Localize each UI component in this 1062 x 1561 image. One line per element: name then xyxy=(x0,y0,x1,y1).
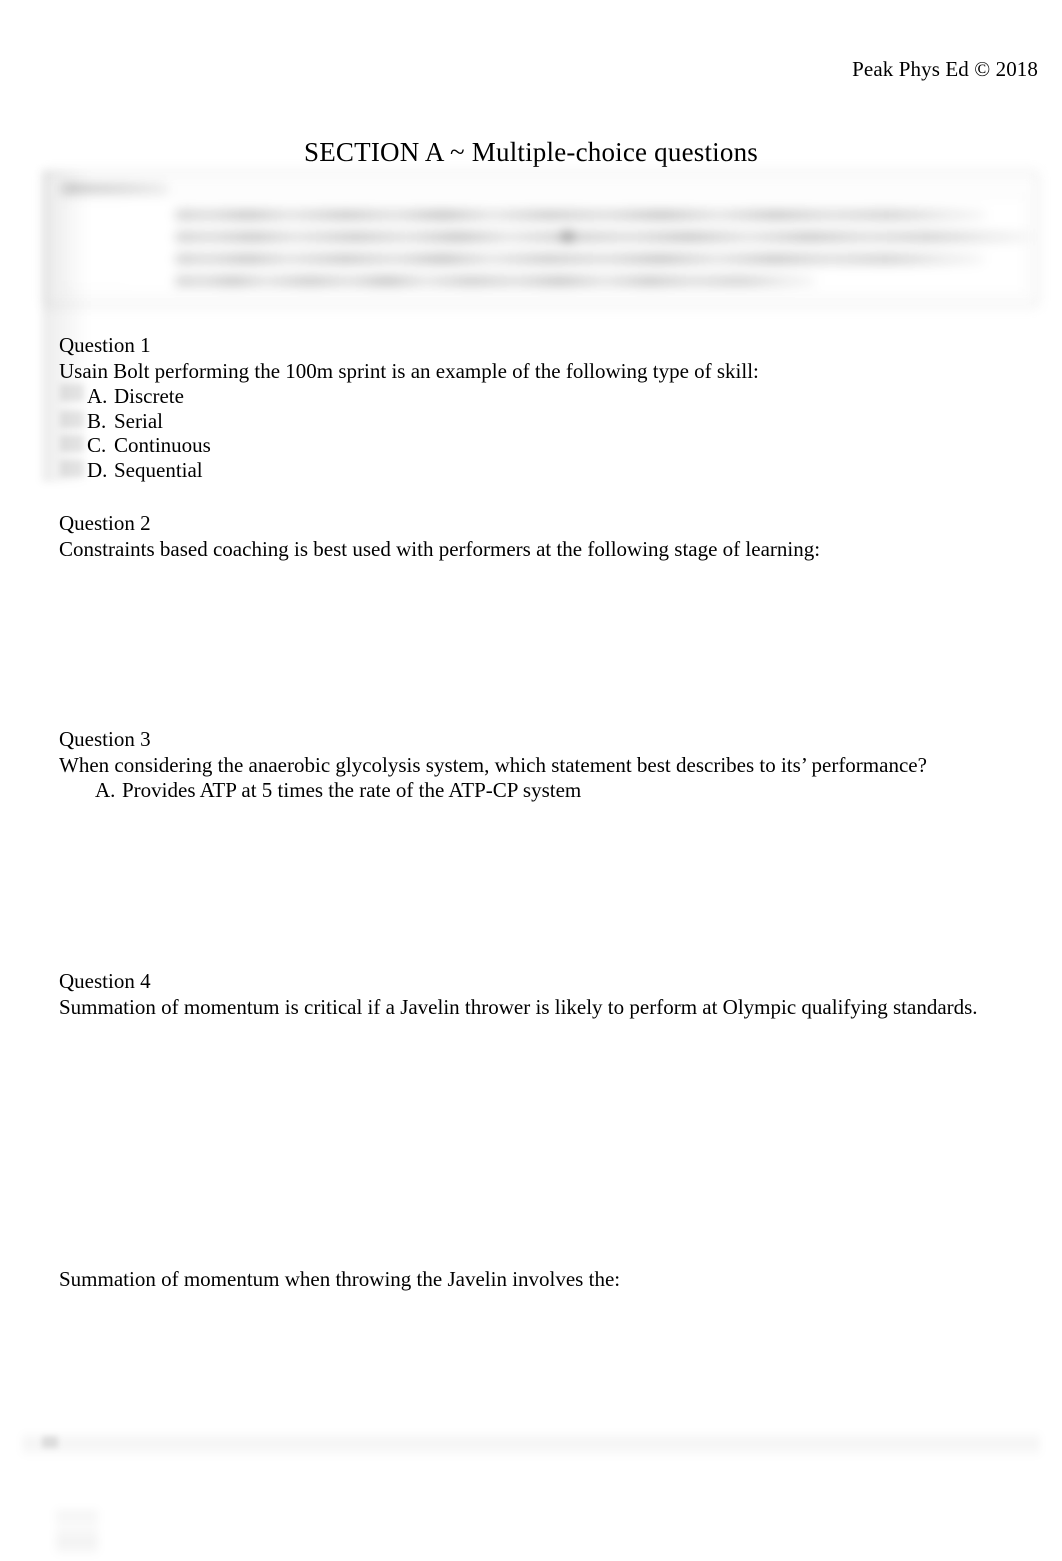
instructions-box xyxy=(44,170,1038,308)
footer-blur-artifact xyxy=(22,1432,1040,1456)
question-block-2: Question 2 Constraints based coaching is… xyxy=(59,510,820,562)
option-item[interactable]: A. Provides ATP at 5 times the rate of t… xyxy=(59,778,927,803)
document-page: Peak Phys Ed © 2018 SECTION A ~ Multiple… xyxy=(0,0,1062,1561)
instructions-box-label xyxy=(62,184,167,193)
question-block-3: Question 3 When considering the anaerobi… xyxy=(59,726,927,803)
instructions-bullet-dot xyxy=(562,231,573,242)
instructions-text-line xyxy=(176,232,1031,242)
option-letter: D. xyxy=(87,457,108,482)
page-number-artifact xyxy=(56,1510,98,1554)
standalone-prompt: Summation of momentum when throwing the … xyxy=(59,1267,621,1291)
question-stem-1: Usain Bolt performing the 100m sprint is… xyxy=(59,359,759,383)
option-item[interactable]: D. Sequential xyxy=(59,458,759,483)
footer-mark-artifact xyxy=(42,1436,58,1448)
question-stem-4: Summation of momentum is critical if a J… xyxy=(59,995,978,1019)
option-text: Continuous xyxy=(114,433,211,457)
question-label-3: Question 3 xyxy=(59,727,151,751)
option-text: Discrete xyxy=(114,384,184,408)
instructions-text-line xyxy=(176,276,816,286)
option-list-3: A. Provides ATP at 5 times the rate of t… xyxy=(59,778,927,803)
question-label-1: Question 1 xyxy=(59,333,151,357)
option-text: Provides ATP at 5 times the rate of the … xyxy=(122,778,582,802)
instructions-text-line xyxy=(176,254,984,264)
question-block-1: Question 1 Usain Bolt performing the 100… xyxy=(59,332,759,482)
option-letter: A. xyxy=(95,778,116,802)
page-header-copyright: Peak Phys Ed © 2018 xyxy=(852,57,1038,81)
question-stem-2: Constraints based coaching is best used … xyxy=(59,537,821,561)
option-letter: A. xyxy=(87,384,108,408)
option-item[interactable]: A. Discrete xyxy=(59,384,759,409)
option-letter: C. xyxy=(87,433,107,457)
option-item[interactable]: B. Serial xyxy=(59,409,759,434)
question-stem-3: When considering the anaerobic glycolysi… xyxy=(59,753,927,777)
question-label-4: Question 4 xyxy=(59,969,151,993)
instructions-box-marker-card xyxy=(62,206,127,284)
option-text: Serial xyxy=(114,408,163,433)
instructions-box-frame xyxy=(44,172,1038,306)
option-text: Sequential xyxy=(114,457,203,482)
section-title: SECTION A ~ Multiple-choice questions xyxy=(304,137,758,167)
option-letter: B. xyxy=(87,408,107,433)
instructions-text-line xyxy=(176,210,986,220)
option-list-1: A. Discrete B. Serial C. Continuous D. S… xyxy=(59,384,759,482)
question-block-4: Question 4 Summation of momentum is crit… xyxy=(59,968,978,1020)
question-label-2: Question 2 xyxy=(59,511,151,535)
option-item[interactable]: C. Continuous xyxy=(59,433,759,458)
